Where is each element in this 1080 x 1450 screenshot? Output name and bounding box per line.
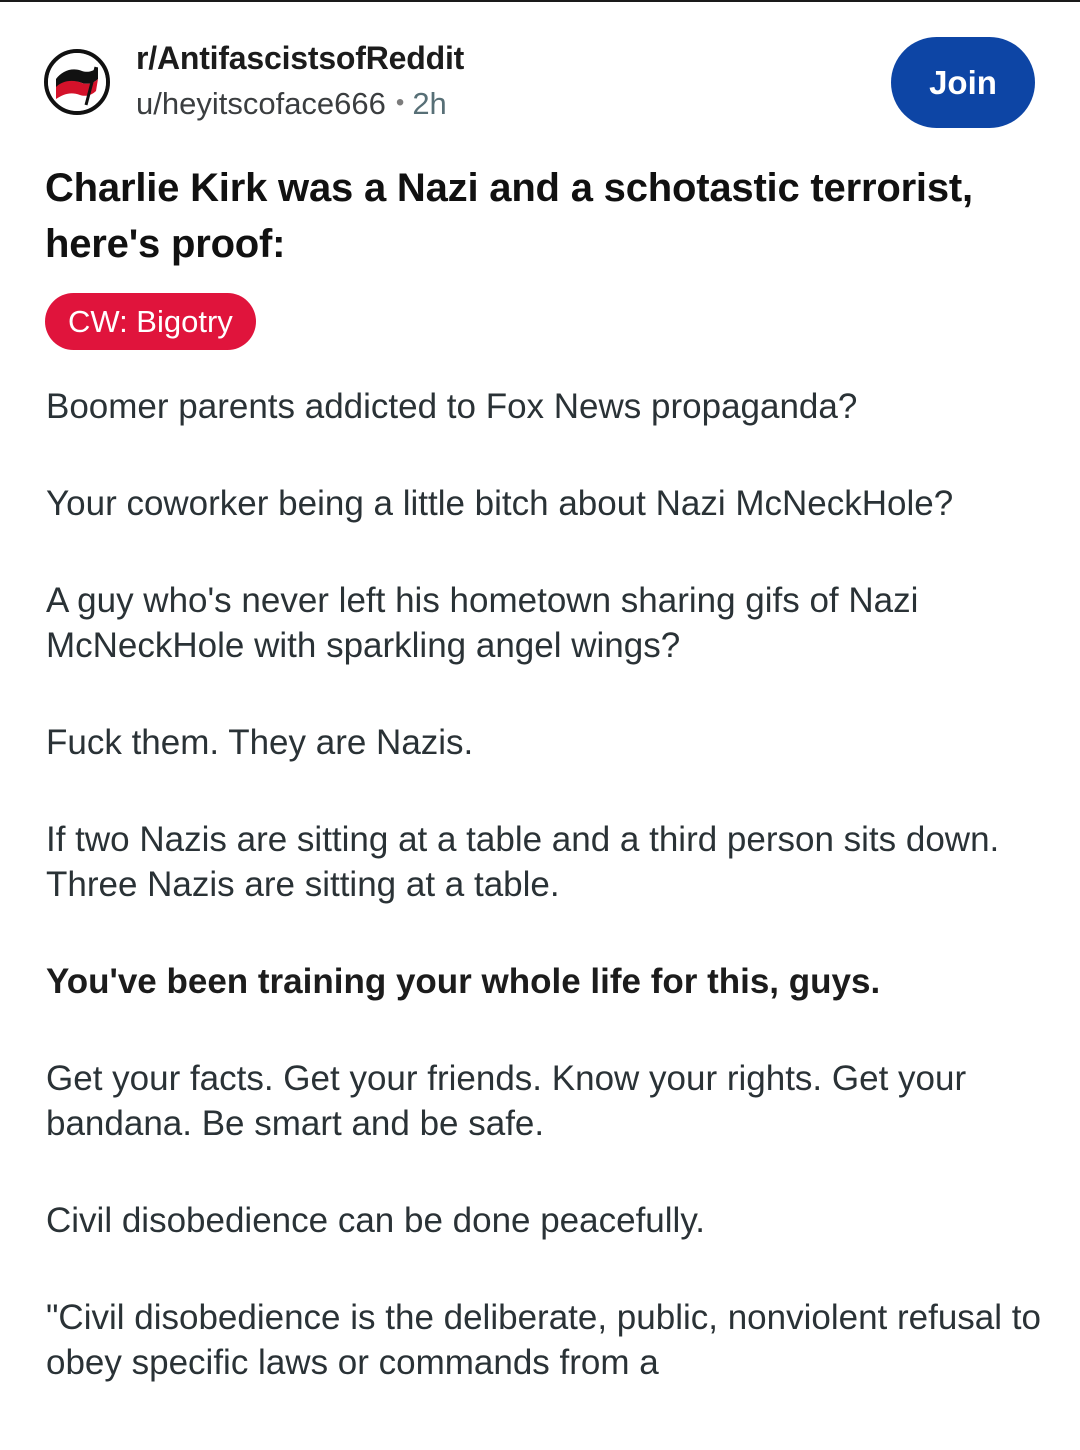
antifa-flag-icon xyxy=(48,53,106,111)
body-paragraph: If two Nazis are sitting at a table and … xyxy=(46,820,1000,904)
join-button[interactable]: Join xyxy=(891,37,1035,128)
body-paragraph: Boomer parents addicted to Fox News prop… xyxy=(46,387,858,426)
post-title: Charlie Kirk was a Nazi and a schotastic… xyxy=(45,166,973,266)
body-paragraph: A guy who's never left his hometown shar… xyxy=(46,581,919,665)
post-meta: u/heyitscoface666 • 2h xyxy=(136,86,447,122)
post-flair[interactable]: CW: Bigotry xyxy=(45,293,256,350)
author-name[interactable]: u/heyitscoface666 xyxy=(136,86,386,121)
body-paragraph: Your coworker being a little bitch about… xyxy=(46,484,954,523)
post-header: r/AntifascistsofReddit u/heyitscoface666… xyxy=(0,0,1080,140)
subreddit-avatar[interactable] xyxy=(44,49,110,115)
post-time: 2h xyxy=(412,86,447,121)
body-paragraph-bold: You've been training your whole life for… xyxy=(46,962,881,1001)
body-paragraph: Civil disobedience can be done peacefull… xyxy=(46,1201,705,1240)
body-paragraph: Fuck them. They are Nazis. xyxy=(46,723,474,762)
subreddit-name[interactable]: r/AntifascistsofReddit xyxy=(136,40,464,77)
post-view: r/AntifascistsofReddit u/heyitscoface666… xyxy=(0,0,1080,1450)
body-paragraph: "Civil disobedience is the deliberate, p… xyxy=(46,1298,1041,1382)
post-body: Boomer parents addicted to Fox News prop… xyxy=(46,384,1046,1437)
meta-separator: • xyxy=(395,89,405,116)
body-paragraph: Get your facts. Get your friends. Know y… xyxy=(46,1059,967,1143)
